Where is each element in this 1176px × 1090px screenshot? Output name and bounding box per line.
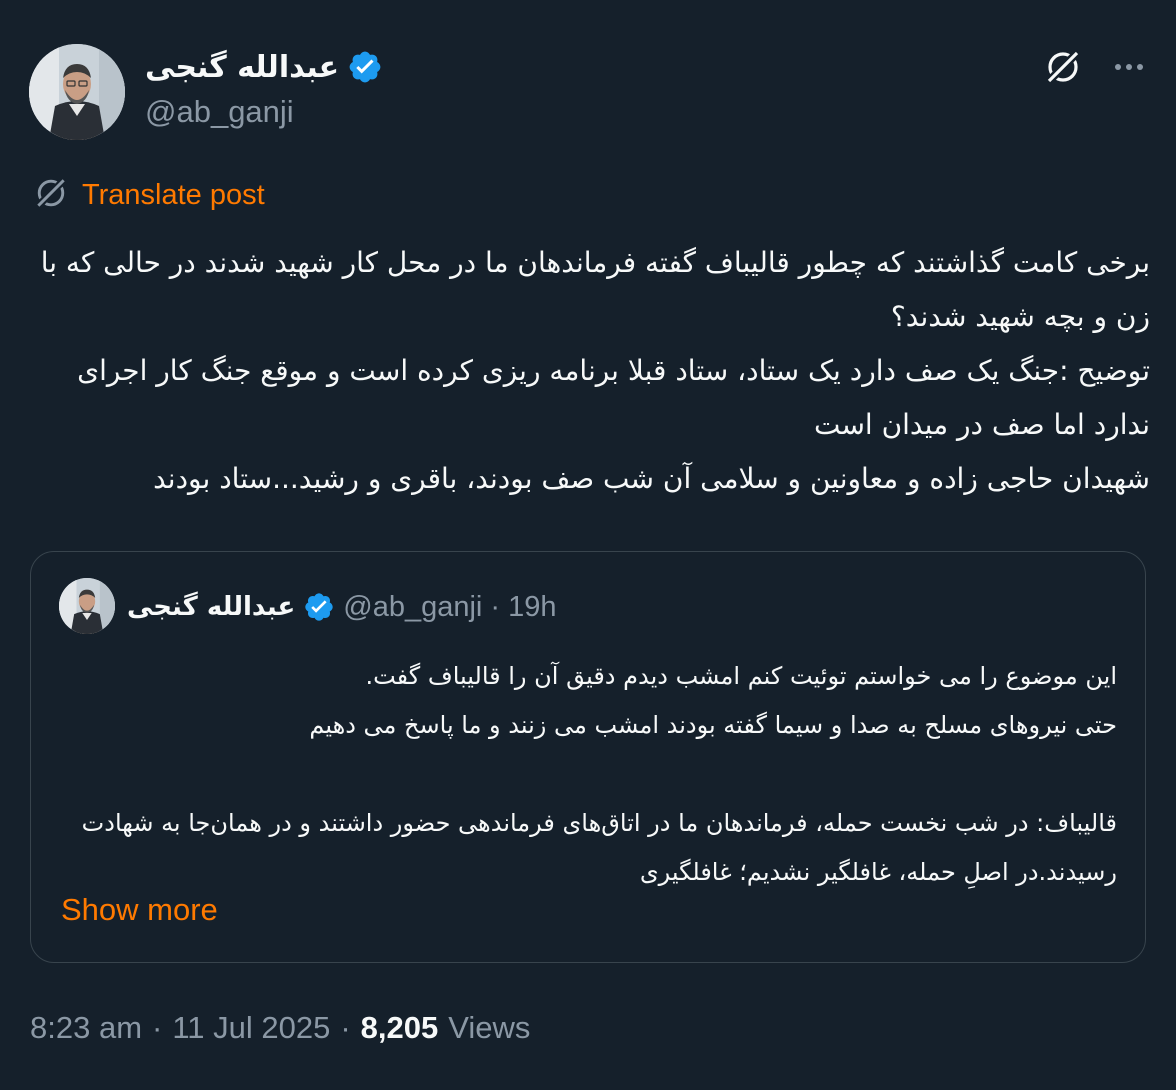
quoted-author-name: عبدالله گنجی (127, 592, 296, 622)
author-avatar[interactable] (29, 44, 125, 140)
grok-icon (32, 174, 70, 216)
separator-dot: · (490, 590, 501, 623)
quoted-post-header: عبدالله گنجی @ab_ganji · 19h (127, 582, 556, 632)
post-time[interactable]: 8:23 am (30, 1010, 142, 1046)
post-text-line: توضیح :جنگ یک صف دارد یک ستاد، ستاد قبلا… (77, 354, 1150, 441)
verified-badge-icon (303, 591, 335, 623)
avatar-image (29, 44, 125, 140)
separator-dot: · (340, 1010, 351, 1045)
author-name-row[interactable]: عبدالله گنجی (145, 44, 383, 90)
views-count: 8,205 (360, 1010, 439, 1045)
quoted-text-line (67, 750, 1117, 799)
quoted-post-text: این موضوع را می خواستم توئیت کنم امشب دی… (67, 652, 1117, 897)
post-text-line: شهیدان حاجی زاده و معاونین و سلامی آن شب… (153, 462, 1150, 495)
quoted-text-line: این موضوع را می خواستم توئیت کنم امشب دی… (365, 662, 1117, 690)
verified-badge-icon (347, 49, 383, 85)
grok-icon[interactable] (1042, 46, 1084, 88)
post-metadata: 8:23 am · 11 Jul 2025 · 8,205 Views (30, 1010, 530, 1046)
post-date[interactable]: 11 Jul 2025 (172, 1010, 330, 1046)
author-handle[interactable]: @ab_ganji (145, 94, 294, 130)
quoted-post-time: 19h (508, 590, 557, 623)
quoted-author-handle: @ab_ganji (343, 590, 483, 623)
views-label: Views (448, 1010, 531, 1045)
quoted-author-avatar (59, 578, 115, 634)
translate-post-button[interactable]: Translate post (32, 174, 265, 216)
post-actions (1042, 46, 1146, 88)
quoted-post-card[interactable]: عبدالله گنجی @ab_ganji · 19h این موضوع ر… (30, 551, 1146, 963)
show-more-link[interactable]: Show more (61, 892, 218, 928)
post-text-line: برخی کامت گذاشتند که چطور قالیباف گفته ف… (40, 246, 1150, 333)
more-horizontal-icon[interactable] (1112, 50, 1146, 84)
translate-label: Translate post (82, 178, 265, 211)
author-name[interactable]: عبدالله گنجی (145, 50, 339, 85)
quoted-text-line: قالیباف: در شب نخست حمله، فرماندهان ما د… (81, 809, 1117, 886)
quoted-text-line: حتی نیروهای مسلح به صدا و سیما گفته بودن… (309, 711, 1117, 739)
post-text: برخی کامت گذاشتند که چطور قالیباف گفته ف… (30, 236, 1150, 506)
avatar-image (59, 578, 115, 634)
separator-dot: · (152, 1010, 163, 1045)
